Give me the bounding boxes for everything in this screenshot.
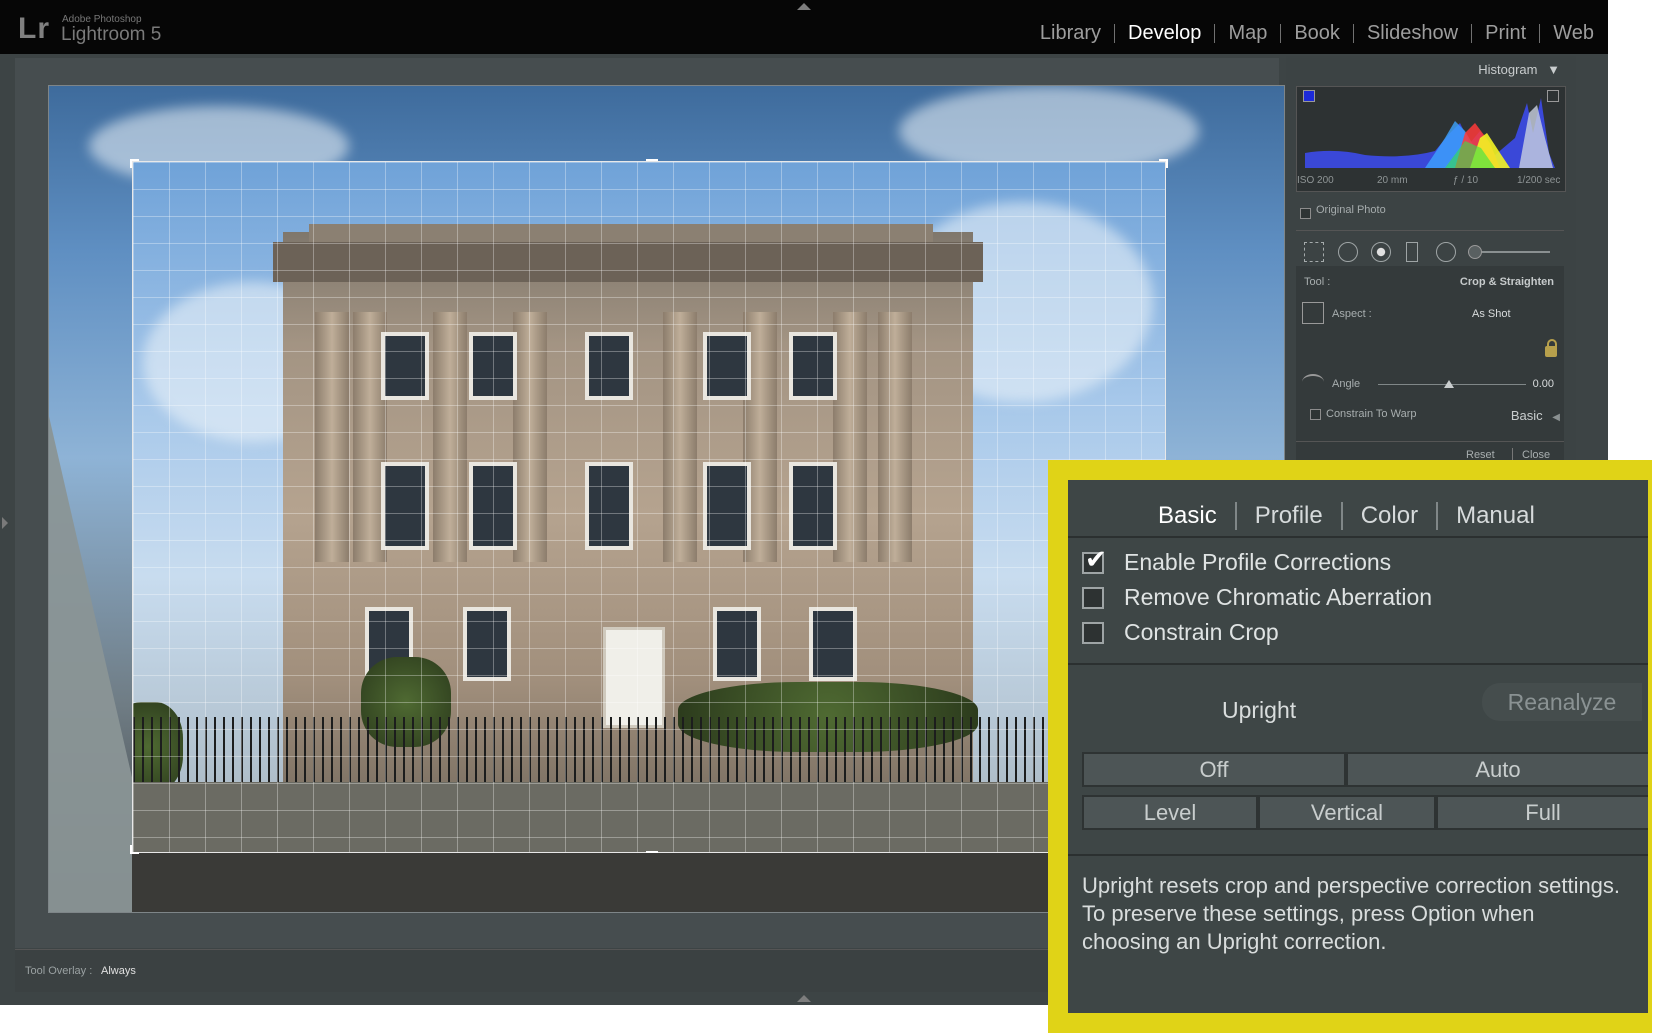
crop-grid-overlay	[133, 162, 1165, 852]
original-photo-label: Original Photo	[1316, 204, 1386, 216]
aspect-lock-icon[interactable]	[1545, 339, 1557, 357]
red-eye-icon[interactable]	[1371, 242, 1391, 262]
module-separator	[1214, 24, 1216, 43]
divider	[1068, 854, 1648, 856]
develop-tool-strip	[1296, 230, 1564, 270]
angle-value[interactable]: 0.00	[1533, 378, 1554, 390]
enable-profile-corrections-row[interactable]: ✔ Enable Profile Corrections	[1082, 544, 1392, 576]
upright-vertical-button[interactable]: Vertical	[1258, 795, 1436, 830]
divider	[1068, 536, 1648, 538]
lens-corrections-callout: Basic Profile Color Manual ✔ Enable Prof…	[1048, 460, 1652, 1033]
module-picker: Library Develop Map Book Slideshow Print…	[1040, 22, 1594, 45]
module-separator	[1114, 24, 1116, 43]
upright-label: Upright	[1222, 697, 1297, 723]
spot-removal-icon[interactable]	[1338, 242, 1358, 262]
module-web[interactable]: Web	[1553, 22, 1594, 45]
collapse-filmstrip-icon[interactable]	[797, 995, 811, 1002]
checkmark-icon: ✔	[1085, 543, 1107, 574]
histogram[interactable]: ISO 200 20 mm ƒ / 10 1/200 sec	[1296, 86, 1566, 192]
constrain-warp-label: Constrain To Warp	[1326, 408, 1417, 420]
basic-panel-title: Basic	[1510, 408, 1543, 423]
module-separator	[1471, 24, 1473, 43]
upright-full-button[interactable]: Full	[1436, 795, 1648, 830]
adjustment-brush-icon[interactable]	[1468, 245, 1482, 259]
crop-handle-top-right[interactable]	[1159, 159, 1168, 168]
upright-help-text: Upright resets crop and perspective corr…	[1082, 873, 1621, 954]
histogram-header[interactable]: Histogram ▼	[1478, 62, 1560, 77]
module-library[interactable]: Library	[1040, 22, 1101, 45]
aspect-label: Aspect :	[1332, 308, 1372, 320]
lr-logo: Lr	[18, 12, 50, 45]
tool-overlay-label: Tool Overlay :	[25, 965, 93, 977]
tool-label: Tool :	[1304, 276, 1331, 288]
top-bar: Lr Adobe Photoshop Lightroom 5 Library D…	[0, 0, 1608, 54]
crop-handle-bottom-middle[interactable]	[646, 851, 658, 860]
module-print[interactable]: Print	[1485, 22, 1526, 45]
lens-corrections-panel: Basic Profile Color Manual ✔ Enable Prof…	[1068, 480, 1648, 1013]
tab-separator	[1340, 502, 1343, 530]
expand-triangle-icon: ◀	[1552, 412, 1560, 423]
tab-separator	[1234, 502, 1237, 530]
tab-separator	[1436, 502, 1439, 530]
tool-overlay-dropdown[interactable]: Always	[101, 965, 136, 977]
histogram-graph	[1305, 98, 1555, 168]
lens-tabs: Basic Profile Color Manual	[1158, 502, 1535, 530]
aspect-dropdown[interactable]: As Shot	[1472, 308, 1511, 320]
radial-filter-icon[interactable]	[1436, 242, 1456, 262]
graduated-filter-icon[interactable]	[1406, 242, 1418, 262]
enable-profile-corrections-label: Enable Profile Corrections	[1124, 549, 1392, 575]
crop-handle-bottom-left[interactable]	[130, 845, 139, 854]
module-book[interactable]: Book	[1294, 22, 1340, 45]
basic-panel-header[interactable]: Basic ◀	[1511, 408, 1560, 423]
tool-value: Crop & Straighten	[1459, 276, 1554, 288]
collapse-triangle-icon: ▼	[1547, 62, 1560, 77]
enable-profile-corrections-checkbox[interactable]: ✔	[1082, 544, 1107, 574]
reanalyze-button[interactable]: Reanalyze	[1482, 683, 1642, 721]
crop-handle-top-middle[interactable]	[646, 159, 658, 168]
straighten-tool-icon[interactable]	[1302, 374, 1324, 390]
focal-length-readout: 20 mm	[1377, 175, 1408, 186]
module-map[interactable]: Map	[1228, 22, 1267, 45]
upright-off-button[interactable]: Off	[1082, 752, 1346, 787]
module-develop[interactable]: Develop	[1128, 22, 1201, 45]
angle-slider-thumb[interactable]	[1444, 380, 1454, 388]
tab-manual[interactable]: Manual	[1456, 502, 1535, 530]
tab-profile[interactable]: Profile	[1255, 502, 1323, 530]
tab-color[interactable]: Color	[1361, 502, 1418, 530]
upright-level-button[interactable]: Level	[1082, 795, 1258, 830]
crop-handle-top-left[interactable]	[130, 159, 139, 168]
module-separator	[1539, 24, 1541, 43]
constrain-warp-checkbox[interactable]	[1310, 409, 1321, 420]
module-separator	[1352, 24, 1354, 43]
crop-tool-icon[interactable]	[1304, 242, 1324, 262]
upright-auto-button[interactable]: Auto	[1346, 752, 1648, 787]
remove-chromatic-aberration-row[interactable]: Remove Chromatic Aberration	[1082, 584, 1432, 611]
crop-straighten-panel: Tool : Crop & Straighten Aspect : As Sho…	[1296, 266, 1564, 474]
expand-left-panel-icon[interactable]	[2, 517, 8, 529]
remove-chromatic-aberration-label: Remove Chromatic Aberration	[1124, 584, 1433, 610]
crop-frame-icon[interactable]	[1302, 302, 1324, 324]
crop-rectangle[interactable]	[132, 161, 1166, 853]
collapse-top-panel-icon[interactable]	[797, 3, 811, 10]
aperture-readout: ƒ / 10	[1453, 175, 1479, 186]
constrain-crop-label: Constrain Crop	[1124, 619, 1279, 645]
module-separator	[1280, 24, 1282, 43]
angle-label: Angle	[1332, 378, 1361, 390]
histogram-title: Histogram	[1478, 62, 1538, 77]
constrain-crop-row[interactable]: Constrain Crop	[1082, 619, 1279, 646]
divider	[1068, 663, 1648, 665]
constrain-crop-checkbox[interactable]	[1082, 621, 1104, 644]
shutter-readout: 1/200 sec	[1517, 175, 1561, 186]
original-photo-checkbox[interactable]	[1300, 208, 1311, 219]
brand-name: Lightroom 5	[61, 24, 162, 45]
remove-chromatic-aberration-checkbox[interactable]	[1082, 586, 1104, 609]
iso-readout: ISO 200	[1297, 175, 1334, 186]
module-slideshow[interactable]: Slideshow	[1367, 22, 1458, 45]
tab-basic[interactable]: Basic	[1158, 502, 1217, 530]
